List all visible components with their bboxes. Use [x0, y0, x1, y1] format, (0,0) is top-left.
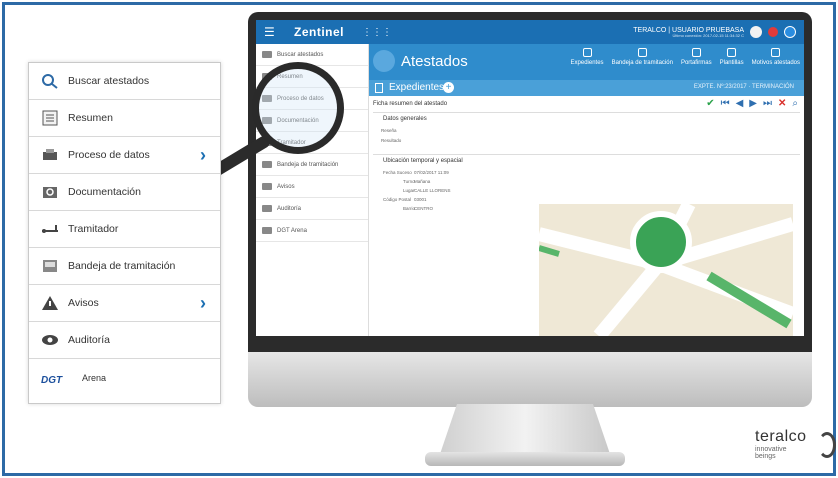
- section-datos-generales: Datos generales: [373, 112, 800, 152]
- menu-item-label: Proceso de datos: [68, 149, 150, 161]
- field-value: CALLE LLORENS: [414, 188, 451, 193]
- menu-item-auditoria[interactable]: Auditoría: [29, 322, 220, 359]
- sub-header: Expedientes + EXPTE. Nº:23/2017 · TERMIN…: [369, 80, 804, 96]
- subheader-title: Expedientes: [389, 82, 445, 93]
- sidebar-item[interactable]: Auditoría: [256, 198, 368, 220]
- last-connection: Último conexión: 2017-02-15 11:34:32 C: [672, 32, 744, 38]
- app-screen: ☰ Zentinel ⋮⋮⋮ TERALCO | USUARIO PRUEBAS…: [256, 20, 804, 336]
- menu-item-dgt-arena[interactable]: DGT Arena: [29, 359, 220, 396]
- magnifying-glass-icon: [252, 62, 344, 154]
- chevron-right-icon[interactable]: ›: [200, 293, 206, 314]
- tray-icon: [637, 48, 647, 57]
- nav-motivos[interactable]: Motivos atestados: [752, 48, 800, 66]
- field-label: Fecha Suceso: [383, 170, 412, 175]
- menu-item-label: Auditoría: [68, 334, 111, 346]
- menu-item-label: Arena: [82, 372, 107, 383]
- menu-item-label: Bandeja de tramitación: [68, 260, 176, 272]
- nav-expedientes[interactable]: Expedientes: [571, 48, 604, 66]
- field-label: Reseña: [381, 128, 397, 133]
- pen-icon: [691, 48, 701, 57]
- menu-item-avisos[interactable]: Avisos ›: [29, 285, 220, 322]
- sidebar-item[interactable]: Avisos: [256, 176, 368, 198]
- zoomed-menu: Buscar atestados Resumen Proceso de dato…: [28, 62, 221, 404]
- field-label: Turno: [403, 179, 415, 184]
- menu-item-label: Documentación: [68, 186, 141, 198]
- nav-portafirmas[interactable]: Portafirmas: [681, 48, 712, 66]
- field-label: Resultado: [381, 138, 402, 143]
- add-button[interactable]: +: [443, 82, 454, 93]
- field-value: Mañana: [414, 179, 431, 184]
- sidebar-item[interactable]: DGT Arena: [256, 220, 368, 242]
- section-title: Datos generales: [383, 116, 427, 122]
- header-nav: Expedientes Bandeja de tramitación Porta…: [571, 48, 800, 66]
- list-icon: [771, 48, 781, 57]
- warning-icon: [41, 295, 59, 311]
- document-icon: [375, 83, 383, 93]
- avatar[interactable]: [750, 26, 762, 38]
- menu-item-label: Resumen: [68, 112, 113, 124]
- search-icon: [41, 73, 59, 89]
- field-value: CENTRO: [414, 206, 433, 211]
- menu-item-resumen[interactable]: Resumen: [29, 100, 220, 137]
- confirm-icon[interactable]: ✔: [706, 98, 714, 109]
- document-icon: [41, 110, 59, 126]
- field-value: 03001: [414, 197, 427, 202]
- teralco-logo: teralco innovative beings: [755, 428, 836, 461]
- notification-icon[interactable]: [768, 27, 778, 37]
- expediente-number: EXPTE. Nº:23/2017 · TERMINACIÓN: [693, 84, 794, 90]
- menu-item-label: Tramitador: [68, 223, 119, 235]
- teralco-mark-icon: [818, 432, 836, 458]
- settings-icon[interactable]: [784, 26, 796, 38]
- eye-icon: [41, 332, 59, 348]
- menu-item-documentacion[interactable]: Documentación: [29, 174, 220, 211]
- monitor-stand-base: [425, 452, 625, 466]
- menu-item-tramitador[interactable]: Tramitador: [29, 211, 220, 248]
- prev-record-icon[interactable]: ◀: [736, 98, 744, 109]
- menu-item-bandeja[interactable]: Bandeja de tramitación: [29, 248, 220, 285]
- close-icon[interactable]: ✕: [778, 98, 786, 109]
- monitor-stand-neck: [440, 404, 610, 454]
- next-record-icon[interactable]: ▶: [749, 98, 757, 109]
- template-icon: [727, 48, 737, 57]
- field-label: Lugar: [403, 188, 415, 193]
- apps-grid-icon[interactable]: ⋮⋮⋮: [362, 27, 392, 38]
- record-toolbar: ✔ ⏮ ◀ ▶ ⏭ ✕ ⌕: [706, 98, 798, 109]
- field-label: Código Postal: [383, 197, 412, 202]
- page-title: Atestados: [401, 53, 468, 70]
- map[interactable]: [539, 204, 793, 336]
- top-bar: ☰ Zentinel ⋮⋮⋮ TERALCO | USUARIO PRUEBAS…: [256, 20, 804, 44]
- user-info: TERALCO | USUARIO PRUEBASA Último conexi…: [633, 27, 744, 38]
- brand-logo: Zentinel: [294, 25, 345, 39]
- dgt-logo-icon: DGT: [41, 374, 63, 386]
- menu-item-buscar-atestados[interactable]: Buscar atestados: [29, 63, 220, 100]
- last-record-icon[interactable]: ⏭: [763, 98, 772, 109]
- printer-icon: [41, 147, 59, 163]
- module-header: Atestados Expedientes Bandeja de tramita…: [369, 44, 804, 80]
- main-content: Ficha resumen del atestado ✔ ⏮ ◀ ▶ ⏭ ✕ ⌕…: [369, 96, 804, 336]
- field-value: 07/02/2017 11:09: [414, 170, 449, 175]
- ficha-title: Ficha resumen del atestado: [373, 101, 448, 107]
- sidebar-item[interactable]: Buscar atestados: [256, 44, 368, 66]
- nav-bandeja[interactable]: Bandeja de tramitación: [612, 48, 673, 66]
- document-icon: [582, 48, 592, 57]
- first-record-icon[interactable]: ⏮: [721, 98, 730, 109]
- menu-item-label: Avisos: [68, 297, 99, 309]
- nav-plantillas[interactable]: Plantillas: [720, 48, 744, 66]
- route-icon: [41, 221, 59, 237]
- menu-item-proceso-datos[interactable]: Proceso de datos ›: [29, 137, 220, 174]
- monitor-chin: [248, 352, 812, 407]
- map-drawing: [539, 204, 793, 336]
- sidebar-item[interactable]: Bandeja de tramitación: [256, 154, 368, 176]
- search-icon[interactable]: ⌕: [792, 98, 798, 109]
- menu-item-label: Buscar atestados: [68, 75, 150, 87]
- tray-icon: [41, 258, 59, 274]
- atestados-icon: [373, 50, 395, 72]
- folder-search-icon: [41, 184, 59, 200]
- hamburger-menu-icon[interactable]: ☰: [264, 25, 276, 39]
- chevron-right-icon[interactable]: ›: [200, 145, 206, 166]
- section-title: Ubicación temporal y espacial: [383, 158, 463, 164]
